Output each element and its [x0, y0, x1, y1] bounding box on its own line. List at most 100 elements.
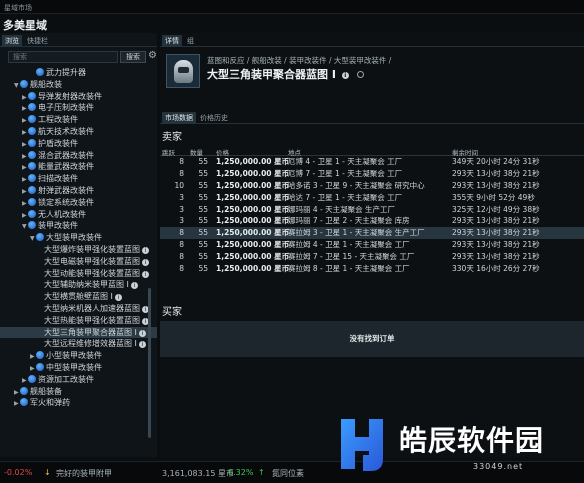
table-row[interactable]: 3 55 1,250,000.00 星币 娜玛丽 4 - 天主凝聚会 生产工厂 325天… [160, 204, 584, 216]
cell-price: 1,250,000.00 星币 [216, 252, 290, 262]
market-group-icon [20, 79, 28, 88]
tree-item[interactable]: ▶ 工程改装件 [0, 114, 157, 126]
tree-item[interactable]: 大型辅助纳米装甲蓝图 Ii [0, 279, 157, 291]
table-row[interactable]: 8 55 1,250,000.00 星币 厄博 7 - 卫星 1 - 天主凝聚会 工厂… [160, 168, 584, 180]
tree-item[interactable]: ▶ 小型装甲改装件 [0, 350, 157, 362]
tree-item-label: 大型电磁装甲强化装置蓝图 [44, 256, 140, 266]
cell-jumps: 3 [179, 192, 184, 202]
cell-expires: 330天 16小时 26分 27秒 [452, 264, 540, 274]
cell-quantity: 55 [198, 192, 208, 202]
info-icon[interactable]: i [142, 246, 149, 254]
tab-market-data[interactable]: 市场数据 [162, 112, 196, 124]
tree-item-label: 大型动能装甲强化装置蓝图 [44, 268, 140, 278]
tree-item-label: 混合武器改装件 [38, 150, 94, 160]
cell-location: 赛拉姆 8 - 卫星 1 - 天主凝聚会 工厂 [288, 264, 410, 274]
table-row[interactable]: 10 55 1,250,000.00 星币 哈多诺 3 - 卫星 9 - 天主凝聚会 … [160, 180, 584, 192]
tree-item[interactable]: ▼ 舰船改装 [0, 79, 157, 91]
tree-item[interactable]: ▼ 装甲改装件 [0, 220, 157, 232]
table-row[interactable]: 8 55 1,250,000.00 星币 赛拉姆 7 - 卫星 15 - 天主凝聚会 … [160, 251, 584, 263]
tab-group[interactable]: 组 [184, 35, 197, 47]
cell-price: 1,250,000.00 星币 [216, 228, 290, 238]
cell-quantity: 55 [198, 240, 208, 250]
info-icon[interactable]: i [138, 341, 146, 349]
market-group-icon [36, 362, 44, 371]
tab-details[interactable]: 详情 [162, 35, 182, 47]
tree-item[interactable]: 大型横贯舱壁蓝图 Ii [0, 291, 157, 303]
table-row[interactable]: 8 55 1,250,000.00 星币 赛拉姆 8 - 卫星 1 - 天主凝聚会 工… [160, 263, 584, 275]
cell-expires: 293天 13小时 38分 21秒 [452, 216, 540, 226]
tree-item-label: 中型装甲改装件 [46, 362, 102, 372]
ticker-item[interactable]: 完好的装甲附甲 [56, 468, 112, 479]
tree-item[interactable]: 大型远程维修增效器蓝图 Ii [0, 338, 157, 350]
market-group-icon [36, 233, 44, 242]
tree-item-label: 大型热能装甲强化装置蓝图 [44, 315, 140, 325]
tree-item[interactable]: ▶ 能量武器改装件 [0, 161, 157, 173]
tree-item[interactable]: ▶ 军火和弹药 [0, 397, 157, 409]
watermark-url: 33049.net [473, 462, 524, 471]
cell-location: 娜玛丽 7 - 卫星 2 - 天主凝聚会 库房 [288, 216, 410, 226]
breadcrumb[interactable]: 蓝图和反应 / 舰船改装 / 装甲改装件 / 大型装甲改装件 / [207, 55, 391, 66]
cell-expires: 293天 13小时 38分 21秒 [452, 228, 540, 238]
gear-icon[interactable]: ⚙ [148, 50, 157, 61]
tree-item-label: 导弹发射器改装件 [38, 91, 102, 101]
cell-jumps: 8 [179, 264, 184, 274]
watermark-logo-icon [341, 419, 383, 471]
info-icon[interactable]: i [341, 72, 349, 79]
market-group-icon [28, 103, 36, 112]
tree-item[interactable]: 武力提升器 [0, 67, 157, 79]
table-row[interactable]: 8 55 1,250,000.00 星币 赛拉姆 4 - 卫星 1 - 天主凝聚会 工… [160, 239, 584, 251]
tree-item[interactable]: ▶ 扫描改装件 [0, 173, 157, 185]
detail-tabs: 详情 组 [160, 33, 584, 47]
info-icon[interactable]: i [130, 282, 138, 290]
tree-item-label: 大型爆炸装甲强化装置蓝图 [44, 244, 140, 254]
tree-scrollbar[interactable] [148, 288, 151, 438]
tree-item-label: 大型纳米机器人加速器蓝图 [44, 303, 140, 313]
search-input[interactable] [8, 51, 118, 63]
caret-right-icon[interactable]: ▶ [14, 398, 20, 410]
info-icon[interactable]: i [142, 270, 149, 278]
tree-item[interactable]: ▶ 无人机改装件 [0, 209, 157, 221]
tree-item[interactable]: 大型爆炸装甲强化装置蓝图 i [0, 244, 157, 256]
tree-item[interactable]: ▶ 舰船装备 [0, 386, 157, 398]
tree-item[interactable]: 大型动能装甲强化装置蓝图 i [0, 268, 157, 280]
tree-item-label: 射弹武器改装件 [38, 185, 94, 195]
cell-expires: 355天 9小时 52分 49秒 [452, 192, 535, 202]
info-icon[interactable]: i [114, 294, 122, 302]
info-icon[interactable]: i [138, 329, 146, 337]
tree-item[interactable]: ▶ 射弹武器改装件 [0, 185, 157, 197]
tree-item[interactable]: 大型热能装甲强化装置蓝图 i [0, 315, 157, 327]
tree-item[interactable]: ▼ 大型装甲改装件 [0, 232, 157, 244]
cell-jumps: 8 [179, 157, 184, 166]
tab-price-history[interactable]: 价格历史 [197, 112, 231, 124]
cell-quantity: 55 [198, 157, 208, 166]
tree-item-label: 资源加工改装件 [38, 374, 94, 384]
cell-jumps: 8 [179, 240, 184, 250]
watch-icon[interactable] [356, 71, 364, 78]
tree-item[interactable]: ▶ 资源加工改装件 [0, 374, 157, 386]
tree-item[interactable]: ▶ 锁定系统改装件 [0, 197, 157, 209]
sellers-title: 卖家 [162, 132, 182, 143]
tab-quickbar[interactable]: 快捷栏 [24, 35, 51, 47]
tree-item[interactable]: 大型电磁装甲强化装置蓝图 i [0, 256, 157, 268]
tab-browse[interactable]: 浏览 [2, 35, 22, 47]
tree-item[interactable]: 大型纳米机器人加速器蓝图 i [0, 303, 157, 315]
tree-item[interactable]: ▶ 中型装甲改装件 [0, 362, 157, 374]
table-row[interactable]: 8 55 1,250,000.00 星币 赛拉姆 3 - 卫星 1 - 天主凝聚会 生… [160, 227, 584, 240]
tree-item-label: 大型装甲改装件 [46, 233, 102, 243]
tree-item-label: 扫描改装件 [38, 174, 78, 184]
cell-location: 哈达 7 - 卫星 1 - 天主凝聚会 工厂 [288, 192, 403, 202]
tree-item[interactable]: ▶ 混合武器改装件 [0, 150, 157, 162]
table-row[interactable]: 8 55 1,250,000.00 星币 厄博 4 - 卫星 1 - 天主凝聚会 工厂… [160, 156, 584, 168]
table-row[interactable]: 3 55 1,250,000.00 星币 娜玛丽 7 - 卫星 2 - 天主凝聚会 库… [160, 215, 584, 227]
tree-item[interactable]: ▶ 航天技术改装件 [0, 126, 157, 138]
tree-item[interactable]: ▶ 电子压制改装件 [0, 102, 157, 114]
tree-item[interactable]: ▶ 护盾改装件 [0, 138, 157, 150]
info-icon[interactable]: i [142, 258, 149, 266]
blueprint-icon[interactable] [166, 54, 200, 88]
table-row[interactable]: 3 55 1,250,000.00 星币 哈达 7 - 卫星 1 - 天主凝聚会 工厂… [160, 192, 584, 204]
search-button[interactable]: 搜索 [120, 51, 146, 63]
market-group-icon [28, 162, 36, 171]
tree-item[interactable]: 大型三角装甲聚合器蓝图 Ii [0, 326, 157, 339]
tree-item[interactable]: ▶ 导弹发射器改装件 [0, 91, 157, 103]
ticker-item-right[interactable]: 氮同位素 [272, 468, 304, 479]
